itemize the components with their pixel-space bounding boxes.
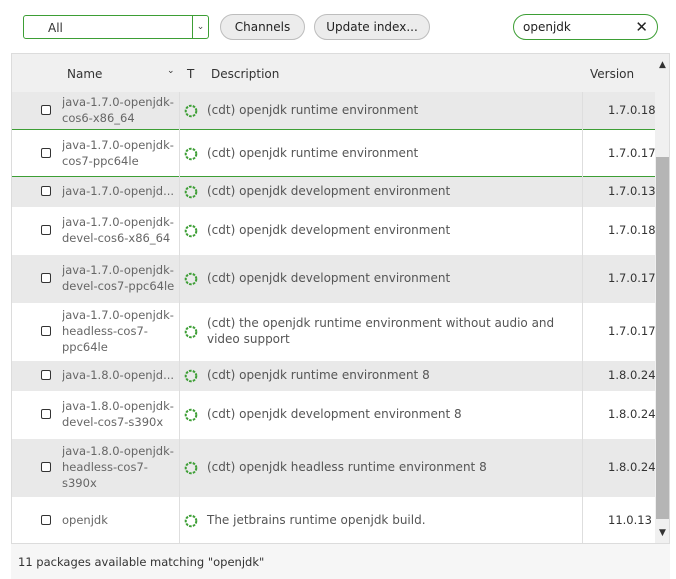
package-description: (cdt) openjdk runtime environment xyxy=(207,102,419,117)
filter-select[interactable]: All ⌄ xyxy=(23,15,209,39)
package-description: The jetbrains runtime openjdk build. xyxy=(207,513,426,527)
package-version: 1.7.0.131 xyxy=(608,184,655,198)
package-version: 1.7.0.171 xyxy=(608,271,655,285)
package-version: 1.7.0.181 xyxy=(608,223,655,237)
row-checkbox[interactable] xyxy=(41,370,51,380)
search-input[interactable] xyxy=(523,19,628,35)
package-version: 1.7.0.181 xyxy=(608,102,655,117)
close-icon[interactable]: ✕ xyxy=(635,18,648,36)
package-version: 1.7.0.171 xyxy=(608,146,655,160)
table-row[interactable]: java-1.7.0-openjdk- cos6-x86_64 (cdt) ope… xyxy=(12,92,655,129)
update-index-button[interactable]: Update index... xyxy=(314,14,430,40)
scrollbar-thumb[interactable] xyxy=(656,157,669,519)
installable-status-icon xyxy=(184,147,198,161)
installable-status-icon xyxy=(184,185,198,199)
row-checkbox[interactable] xyxy=(41,104,51,115)
installable-status-icon xyxy=(184,514,198,528)
table-row[interactable]: java-1.8.0-openjdk- devel-cos7-s390x (cdt… xyxy=(12,391,655,439)
column-header-name[interactable]: Name xyxy=(67,67,102,81)
status-bar: 11 packages available matching "openjdk" xyxy=(11,544,670,579)
vertical-scrollbar[interactable]: ▲ ▼ xyxy=(655,54,669,543)
status-text: 11 packages available matching "openjdk" xyxy=(18,555,265,569)
package-version: 1.8.0.24... xyxy=(608,407,655,421)
installable-status-icon xyxy=(184,224,198,238)
row-checkbox[interactable] xyxy=(41,515,51,525)
package-description: (cdt) openjdk development environment xyxy=(207,184,451,198)
installable-status-icon xyxy=(184,325,198,339)
table-row[interactable]: java-1.7.0-openjdk- cos7-ppc64le (cdt) op… xyxy=(12,129,655,177)
column-divider xyxy=(582,92,583,543)
search-box: ✕ xyxy=(513,14,658,40)
row-checkbox[interactable] xyxy=(41,462,51,472)
package-description: (cdt) openjdk development environment xyxy=(207,271,451,285)
installable-status-icon xyxy=(184,408,198,422)
filter-select-value: All xyxy=(48,21,63,35)
row-checkbox[interactable] xyxy=(41,186,51,196)
channels-button[interactable]: Channels xyxy=(220,14,305,40)
package-description: (cdt) openjdk headless runtime environme… xyxy=(207,460,487,474)
package-description: (cdt) openjdk runtime environment 8 xyxy=(207,368,430,382)
row-checkbox[interactable] xyxy=(41,273,51,283)
table-row[interactable]: java-1.8.0-openjd... (cdt) openjdk runtim… xyxy=(12,361,655,391)
row-checkbox[interactable] xyxy=(41,148,51,158)
installable-status-icon xyxy=(184,369,198,383)
package-name: java-1.8.0-openjdk- devel-cos7-s390x xyxy=(62,399,174,429)
package-version: 1.7.0.171 xyxy=(608,324,655,338)
package-description: (cdt) openjdk development environment xyxy=(207,223,451,237)
chevron-down-icon[interactable]: ⌄ xyxy=(192,16,208,38)
package-version: 11.0.13 xyxy=(608,513,652,527)
package-name: java-1.7.0-openjdk- devel-cos6-x86_64 xyxy=(62,215,174,245)
package-description: (cdt) openjdk runtime environment xyxy=(207,146,419,160)
package-name: java-1.7.0-openjdk- headless-cos7- ppc64… xyxy=(62,308,174,354)
installable-status-icon xyxy=(184,272,198,286)
table-row[interactable]: java-1.7.0-openjdk- devel-cos6-x86_64 (cd… xyxy=(12,207,655,255)
packages-table: Name ⌄ T Description Version java-1.7.0-… xyxy=(11,53,670,544)
package-name: java-1.7.0-openjdk- devel-cos7-ppc64le xyxy=(62,263,175,293)
row-checkbox[interactable] xyxy=(41,225,51,235)
table-row[interactable]: java-1.7.0-openjd... (cdt) openjdk develo… xyxy=(12,177,655,207)
package-name: java-1.8.0-openjd... xyxy=(62,368,175,382)
column-divider xyxy=(179,92,180,543)
column-header-version[interactable]: Version xyxy=(590,67,634,81)
scroll-up-icon[interactable]: ▲ xyxy=(655,56,669,73)
column-header-type[interactable]: T xyxy=(187,67,194,81)
table-row[interactable]: java-1.8.0-openjdk- headless-cos7- s390x… xyxy=(12,439,655,497)
package-name: openjdk xyxy=(62,513,108,527)
row-checkbox[interactable] xyxy=(41,326,51,336)
package-name: java-1.8.0-openjdk- headless-cos7- s390x xyxy=(62,444,174,490)
installable-status-icon xyxy=(184,461,198,475)
table-row[interactable]: openjdk The jetbrains runtime openjdk bui… xyxy=(12,497,655,543)
sort-chevron-icon[interactable]: ⌄ xyxy=(167,66,175,76)
table-row[interactable]: java-1.7.0-openjdk- devel-cos7-ppc64le (c… xyxy=(12,255,655,303)
package-name: java-1.7.0-openjdk- cos6-x86_64 xyxy=(62,94,174,125)
column-header-description[interactable]: Description xyxy=(211,67,279,81)
package-version: 1.8.0.24... xyxy=(608,460,655,474)
package-version: 1.8.0.24... xyxy=(608,368,655,382)
toolbar: All ⌄ Channels Update index... ✕ xyxy=(0,0,676,53)
package-description: (cdt) openjdk development environment 8 xyxy=(207,407,462,421)
table-body: java-1.7.0-openjdk- cos6-x86_64 (cdt) ope… xyxy=(12,92,655,543)
table-header: Name ⌄ T Description Version xyxy=(12,54,655,92)
installable-status-icon xyxy=(184,104,198,117)
package-name: java-1.7.0-openjd... xyxy=(62,184,175,198)
scroll-down-icon[interactable]: ▼ xyxy=(655,524,669,541)
package-description: (cdt) the openjdk runtime environment wi… xyxy=(207,316,555,346)
table-row[interactable]: java-1.7.0-openjdk- headless-cos7- ppc64… xyxy=(12,303,655,361)
package-name: java-1.7.0-openjdk- cos7-ppc64le xyxy=(62,138,174,168)
row-checkbox[interactable] xyxy=(41,409,51,419)
